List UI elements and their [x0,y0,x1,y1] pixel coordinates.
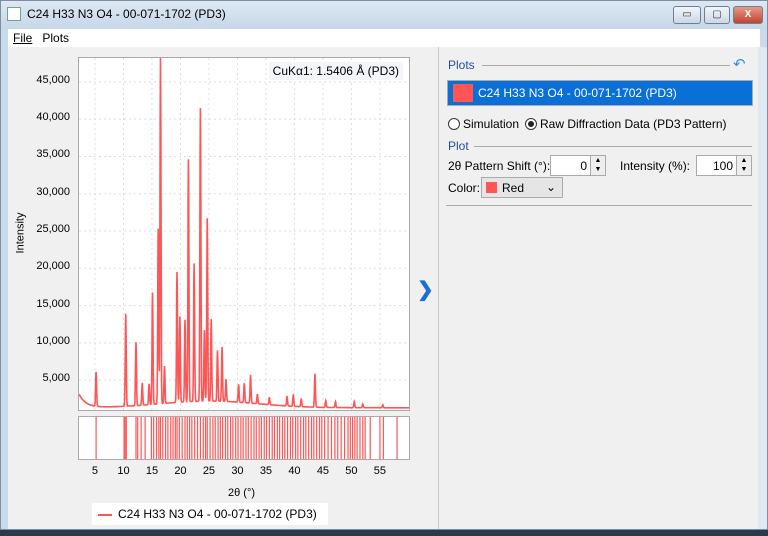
menu-file[interactable]: File [8,29,37,45]
chart-legend: C24 H33 N3 O4 - 00-071-1702 (PD3) [92,503,328,525]
x-axis-title: 2θ (°) [228,487,255,499]
main-content: Intensity 5,00010,00015,00020,00025,0003… [8,47,760,529]
y-tick-label: 10,000 [10,335,70,347]
plot-list-item-label: C24 H33 N3 O4 - 00-071-1702 (PD3) [478,86,677,100]
x-tick-label: 35 [256,465,276,477]
stick-pattern-panel [78,416,410,460]
color-dropdown[interactable]: Red ⌄ [481,177,563,198]
menu-bar: FilePlots [8,29,760,47]
app-chart-icon [7,7,21,21]
maximize-button[interactable]: ▢ [704,6,730,24]
plot-svg [79,58,409,410]
pattern-shift-spinner[interactable]: 0▲▼ [550,155,606,176]
minimize-button[interactable]: ▭ [673,6,701,24]
color-swatch [486,182,497,193]
plots-section-header: Plots [448,58,475,72]
plot-list-item-selected[interactable]: C24 H33 N3 O4 - 00-071-1702 (PD3) [447,80,753,106]
x-tick-label: 45 [313,465,333,477]
pattern-line [79,58,409,408]
menu-plots[interactable]: Plots [37,29,74,45]
chevron-down-icon: ⌄ [546,180,556,194]
spinner-arrows-icon[interactable]: ▲▼ [590,156,605,175]
split-divider[interactable] [438,47,439,529]
window-scrollbar[interactable] [758,47,767,529]
x-tick-label: 40 [284,465,304,477]
x-tick-label: 20 [170,465,190,477]
intensity-value: 100 [713,159,733,173]
x-tick-label: 10 [113,465,133,477]
app-window: C24 H33 N3 O4 - 00-071-1702 (PD3) ▭ ▢ X … [0,0,768,530]
window-title: C24 H33 N3 O4 - 00-071-1702 (PD3) [27,7,226,21]
legend-line-icon [98,514,112,516]
x-tick-label: 55 [370,465,390,477]
radio-raw-label: Raw Diffraction Data (PD3 Pattern) [540,117,727,131]
color-value: Red [502,181,524,195]
stick-svg [79,417,409,459]
shift-label: 2θ Pattern Shift (°): [448,159,550,173]
y-tick-label: 20,000 [10,260,70,272]
title-bar: C24 H33 N3 O4 - 00-071-1702 (PD3) ▭ ▢ X [1,1,767,29]
section-divider [446,205,752,206]
intensity-label: Intensity (%): [620,159,690,173]
close-button[interactable]: X [733,6,763,24]
color-swatch [453,84,473,102]
y-tick-label: 45,000 [10,74,70,86]
x-tick-label: 15 [142,465,162,477]
right-panel: Plots ↶ C24 H33 N3 O4 - 00-071-1702 (PD3… [446,47,752,529]
section-divider [474,146,752,147]
radio-simulation-label: Simulation [463,117,519,131]
shift-value: 0 [580,159,587,173]
diffraction-plot[interactable]: CuKα1: 1.5406 Å (PD3) [78,57,410,411]
expand-chevron-icon[interactable]: ❯ [417,277,434,302]
y-tick-label: 5,000 [10,372,70,384]
legend-entry: C24 H33 N3 O4 - 00-071-1702 (PD3) [118,507,317,521]
radio-raw-data[interactable]: Raw Diffraction Data (PD3 Pattern) [525,117,727,131]
y-tick-label: 40,000 [10,111,70,123]
section-divider [482,65,730,66]
intensity-spinner[interactable]: 100▲▼ [696,155,752,176]
radio-simulation[interactable]: Simulation [448,117,519,131]
y-tick-label: 30,000 [10,186,70,198]
y-tick-label: 25,000 [10,223,70,235]
reset-undo-icon[interactable]: ↶ [733,55,746,73]
plot-section-header: Plot [448,139,469,153]
y-tick-label: 35,000 [10,148,70,160]
x-tick-label: 50 [341,465,361,477]
color-label: Color: [448,181,480,195]
x-tick-label: 5 [85,465,105,477]
x-tick-label: 25 [199,465,219,477]
y-tick-label: 15,000 [10,298,70,310]
wavelength-label: CuKα1: 1.5406 Å (PD3) [269,62,403,80]
x-tick-label: 30 [227,465,247,477]
spinner-arrows-icon[interactable]: ▲▼ [736,156,751,175]
